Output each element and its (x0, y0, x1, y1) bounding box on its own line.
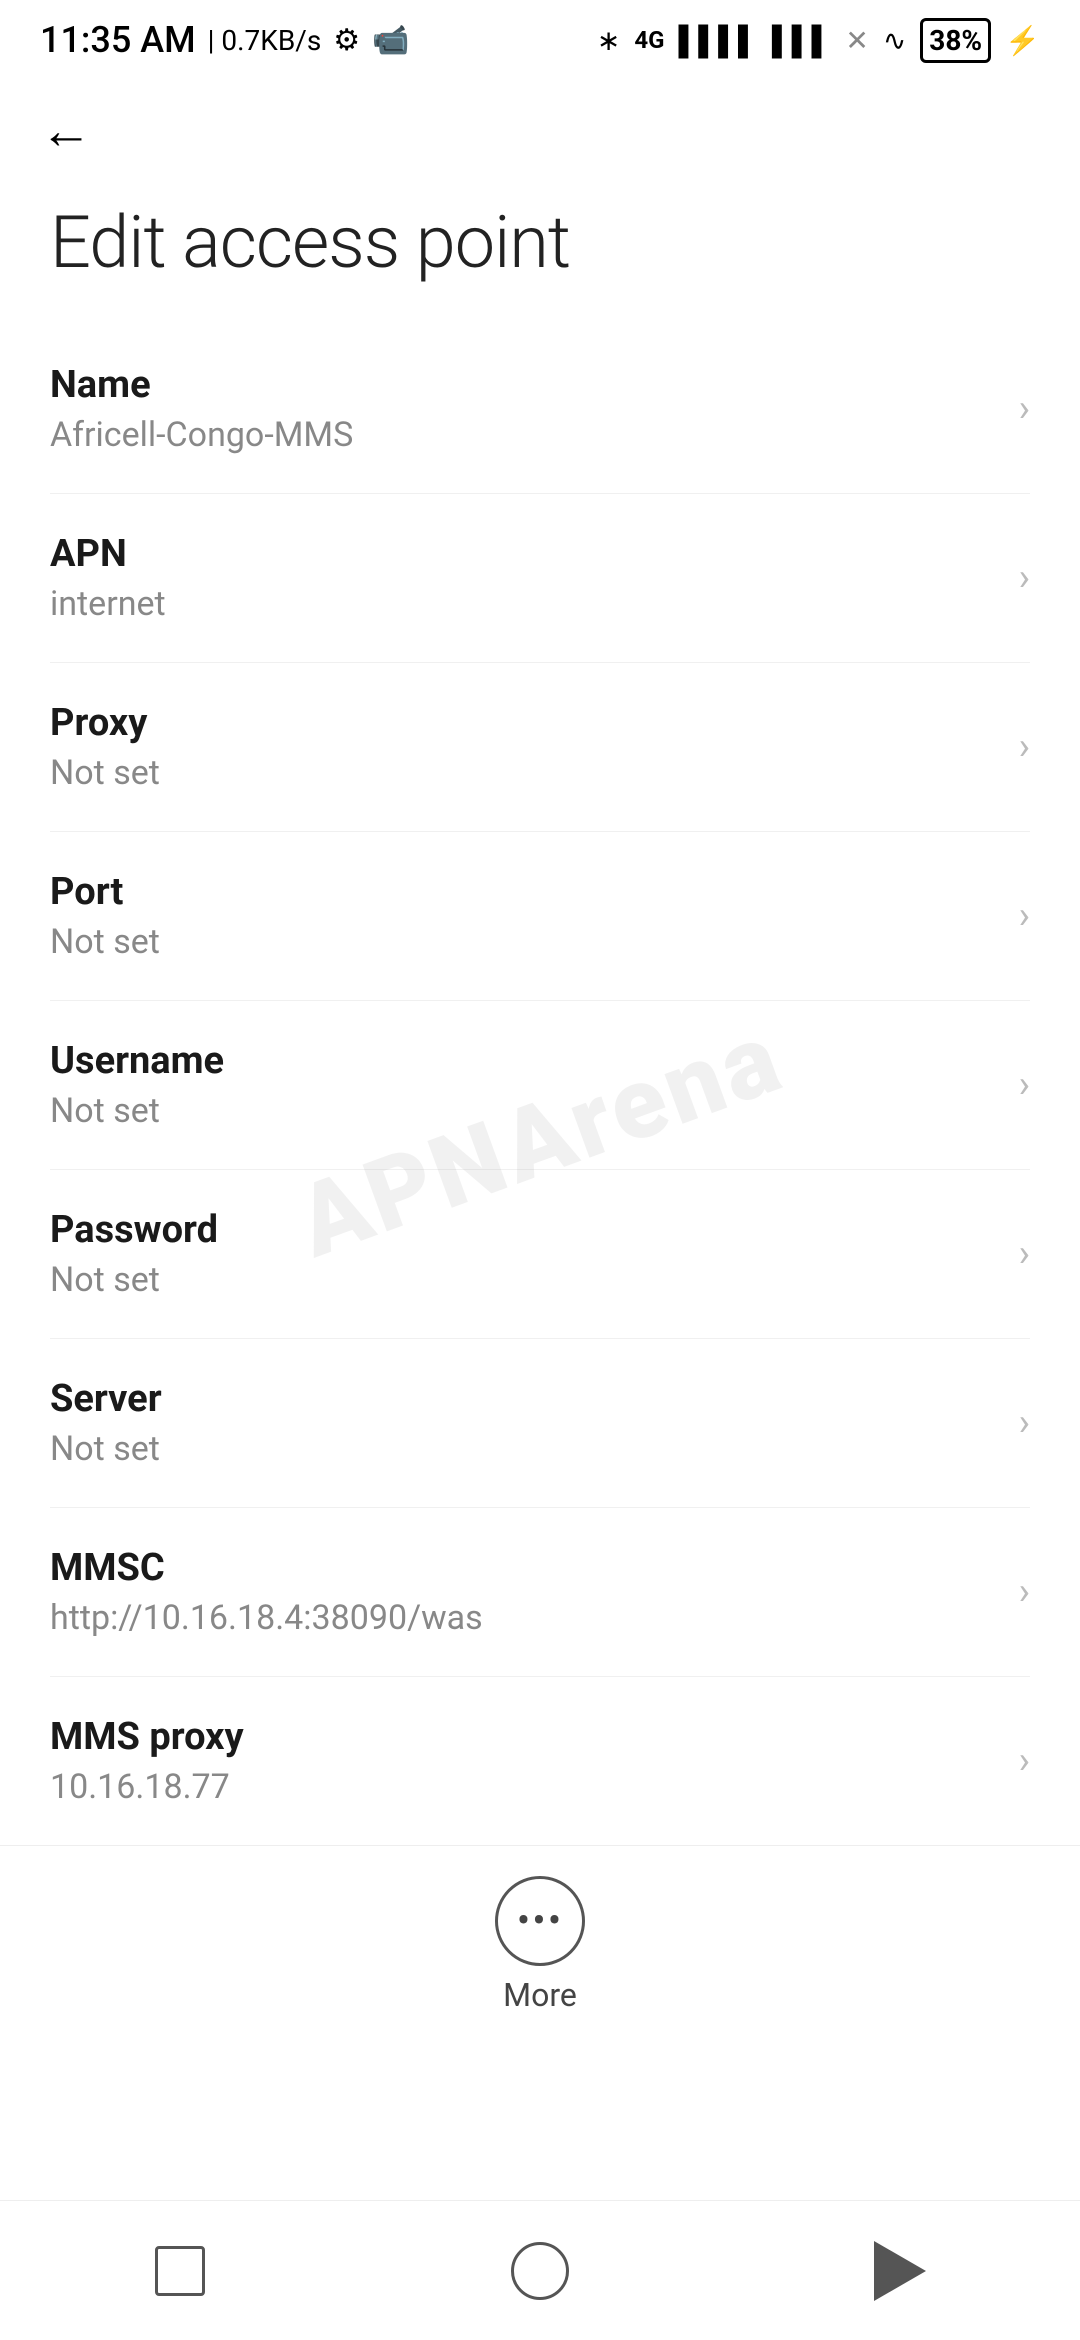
settings-item-label: MMSC (50, 1546, 999, 1590)
content-area: APNArena ← Edit access point NameAfricel… (0, 80, 1080, 2200)
settings-item-content: APN internet (50, 532, 999, 624)
settings-item-content: Username Not set (50, 1039, 999, 1131)
settings-item[interactable]: Server Not set › (50, 1339, 1030, 1508)
chevron-right-icon: › (1019, 894, 1030, 938)
settings-item[interactable]: Username Not set › (50, 1001, 1030, 1170)
back-nav-icon (874, 2241, 926, 2301)
chevron-right-icon: › (1019, 725, 1030, 769)
chevron-right-icon: › (1019, 1063, 1030, 1107)
status-bar: 11:35 AM | 0.7KB/s ⚙ 📹 ∗ 4G ▌▌▌▌ ▌▌▌ ✕ ∿… (0, 0, 1080, 80)
settings-item-value: http://10.16.18.4:38090/was (50, 1598, 999, 1638)
chevron-right-icon: › (1019, 1570, 1030, 1614)
recent-apps-icon (155, 2246, 205, 2296)
top-bar: ← (0, 80, 1080, 180)
settings-item-content: Name Africell-Congo-MMS (50, 363, 999, 455)
more-section: ••• More (0, 1845, 1080, 2034)
more-button[interactable]: ••• (495, 1876, 585, 1966)
settings-item-value: Not set (50, 753, 999, 793)
page-title: Edit access point (0, 180, 1080, 325)
settings-item-value: internet (50, 584, 999, 624)
settings-item-content: Proxy Not set (50, 701, 999, 793)
settings-item-content: Server Not set (50, 1377, 999, 1469)
settings-item-label: Server (50, 1377, 999, 1421)
signal-bars2-icon: ▌▌▌ (772, 24, 832, 57)
bluetooth-icon: ∗ (597, 24, 620, 57)
settings-item-value: Africell-Congo-MMS (50, 415, 999, 455)
chevron-right-icon: › (1019, 1401, 1030, 1445)
settings-item-label: MMS proxy (50, 1715, 999, 1759)
more-dots-icon: ••• (517, 1901, 564, 1941)
settings-item[interactable]: MMS proxy 10.16.18.77 › (50, 1677, 1030, 1845)
home-button[interactable] (490, 2231, 590, 2311)
settings-item[interactable]: MMSC http://10.16.18.4:38090/was › (50, 1508, 1030, 1677)
settings-item-value: Not set (50, 1091, 999, 1131)
bottom-nav (0, 2200, 1080, 2340)
settings-item-value: Not set (50, 1260, 999, 1300)
status-time: 11:35 AM (40, 19, 196, 61)
back-button[interactable]: ← (40, 100, 92, 161)
settings-item-content: MMS proxy 10.16.18.77 (50, 1715, 999, 1807)
settings-item-value: 10.16.18.77 (50, 1767, 999, 1807)
settings-item[interactable]: Proxy Not set › (50, 663, 1030, 832)
settings-item[interactable]: Name Africell-Congo-MMS › (50, 325, 1030, 494)
signal-bars-icon: ▌▌▌▌ (678, 24, 757, 57)
settings-item-label: Username (50, 1039, 999, 1083)
settings-item[interactable]: Password Not set › (50, 1170, 1030, 1339)
chevron-right-icon: › (1019, 387, 1030, 431)
settings-item[interactable]: APN internet › (50, 494, 1030, 663)
settings-item-content: MMSC http://10.16.18.4:38090/was (50, 1546, 999, 1638)
settings-item-value: Not set (50, 1429, 999, 1469)
signal-4g-icon: 4G (634, 26, 664, 54)
settings-item-label: Proxy (50, 701, 999, 745)
settings-list: NameAfricell-Congo-MMS›APNinternet›Proxy… (0, 325, 1080, 1845)
back-nav-button[interactable] (850, 2231, 950, 2311)
wifi-icon: ∿ (883, 24, 906, 57)
charging-icon: ⚡ (1005, 24, 1040, 57)
settings-icon: ⚙ (333, 23, 360, 58)
chevron-right-icon: › (1019, 1739, 1030, 1783)
status-speed: | 0.7KB/s (208, 24, 322, 57)
camera-icon: 📹 (372, 23, 409, 58)
settings-item-label: APN (50, 532, 999, 576)
settings-item-label: Port (50, 870, 999, 914)
settings-item-content: Password Not set (50, 1208, 999, 1300)
chevron-right-icon: › (1019, 1232, 1030, 1276)
home-icon (511, 2242, 569, 2300)
settings-item-content: Port Not set (50, 870, 999, 962)
settings-item-label: Name (50, 363, 999, 407)
more-label: More (503, 1976, 577, 2014)
settings-item-value: Not set (50, 922, 999, 962)
chevron-right-icon: › (1019, 556, 1030, 600)
settings-item-label: Password (50, 1208, 999, 1252)
recent-apps-button[interactable] (130, 2231, 230, 2311)
battery-indicator: 38% (920, 18, 991, 63)
signal-x-icon: ✕ (845, 24, 868, 57)
settings-item[interactable]: Port Not set › (50, 832, 1030, 1001)
